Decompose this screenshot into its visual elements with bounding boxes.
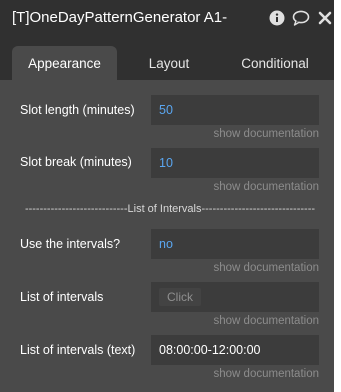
slot-break-value: 10 [159,156,173,170]
info-icon[interactable] [268,9,286,27]
list-intervals-text-value: 08:00:00-12:00:00 [159,343,261,357]
close-icon[interactable] [316,9,334,27]
slot-length-doc-link[interactable]: show documentation [214,128,319,140]
tab-bar: Appearance Layout Conditional [0,38,334,80]
list-intervals-field: Click [151,282,319,312]
list-intervals-click-button[interactable]: Click [159,288,201,306]
list-of-intervals-separator: ----------------------------List of Inte… [24,203,316,215]
slot-break-input[interactable]: 10 [151,148,319,178]
use-intervals-dropdown[interactable]: no [151,229,319,259]
comment-icon[interactable] [292,9,310,27]
property-editor-panel: [T]OneDayPatternGenerator A1- Appearance… [0,0,334,392]
list-intervals-text-input[interactable]: 08:00:00-12:00:00 [151,335,319,365]
list-intervals-text-doc-link[interactable]: show documentation [214,368,319,380]
scrollbar[interactable] [334,0,341,392]
panel-header: [T]OneDayPatternGenerator A1- [0,0,334,38]
element-title[interactable]: [T]OneDayPatternGenerator A1- [12,9,264,26]
slot-length-label: Slot length (minutes) [20,103,135,117]
slot-length-value: 50 [159,103,173,117]
slot-break-doc-link[interactable]: show documentation [214,181,319,193]
list-intervals-doc-link[interactable]: show documentation [214,315,319,327]
appearance-content: Slot length (minutes) 50 show documentat… [0,80,334,392]
slot-break-label: Slot break (minutes) [20,155,132,169]
tab-layout[interactable]: Layout [124,46,214,80]
tab-appearance[interactable]: Appearance [12,46,117,80]
tab-conditional[interactable]: Conditional [222,46,328,80]
list-intervals-label: List of intervals [20,290,104,304]
use-intervals-doc-link[interactable]: show documentation [214,262,319,274]
list-intervals-text-label: List of intervals (text) [20,343,136,357]
use-intervals-label: Use the intervals? [20,237,121,251]
slot-length-input[interactable]: 50 [151,95,319,125]
use-intervals-value: no [159,237,173,251]
